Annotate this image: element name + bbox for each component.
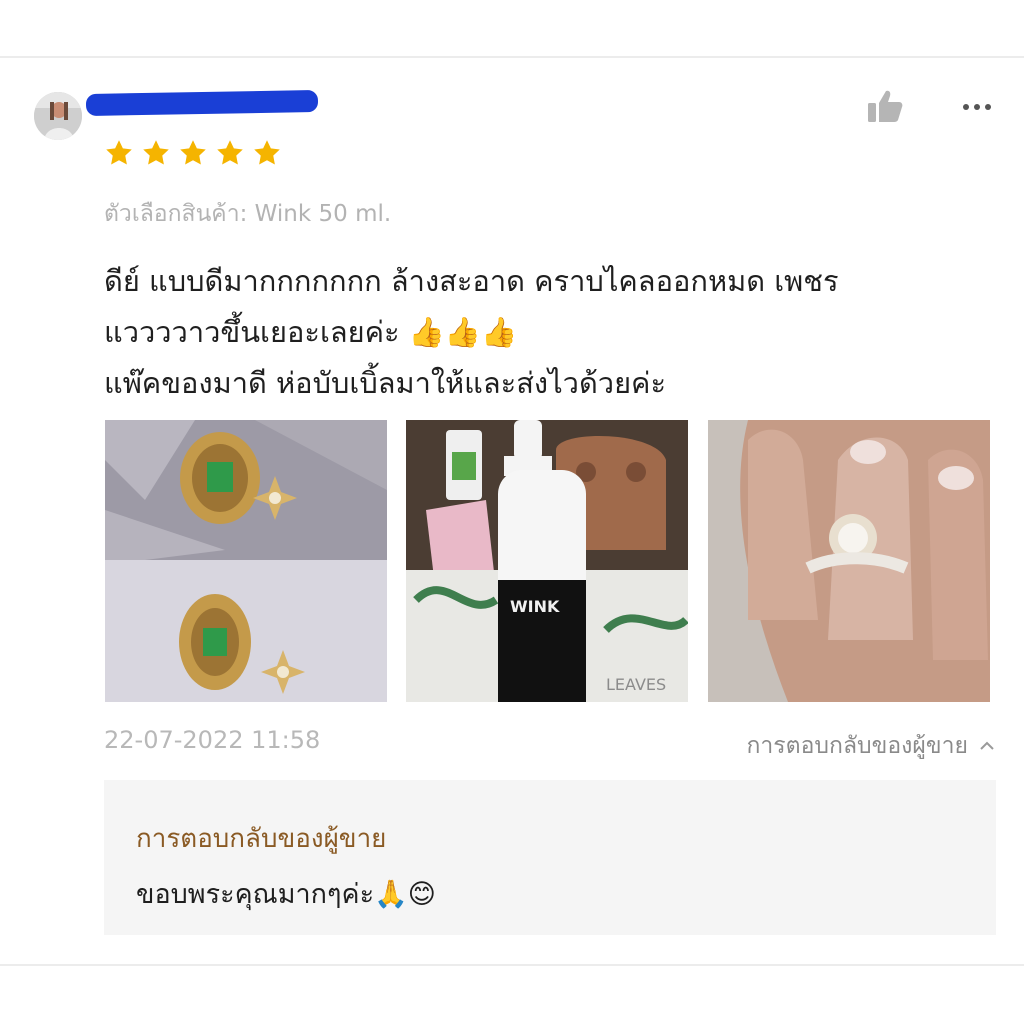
review-text: ดีย์ แบบดีมากกกกกกก ล้างสะอาด คราบไคลออก… <box>104 256 984 409</box>
review-text-line: ดีย์ แบบดีมากกกกกกก ล้างสะอาด คราบไคลออก… <box>104 264 839 298</box>
more-horizontal-icon[interactable] <box>958 92 996 122</box>
product-variant-label: ตัวเลือกสินค้า: Wink 50 ml. <box>104 201 392 227</box>
seller-reply-title: การตอบกลับของผู้ขาย <box>136 824 387 854</box>
star-icon <box>217 140 243 165</box>
star-icon <box>254 140 280 165</box>
thumbs-up-icon[interactable] <box>866 88 904 124</box>
star-icon <box>143 140 169 165</box>
avatar-image <box>34 92 82 140</box>
review-photo-product[interactable]: LEAVES WINK <box>406 420 688 702</box>
bottom-divider <box>0 964 1024 966</box>
seller-reply-toggle[interactable]: การตอบกลับของผู้ขาย <box>746 728 996 764</box>
review-text-line: แววววาวขึ้นเยอะเลยค่ะ 👍👍👍 <box>104 315 518 349</box>
seller-reply-text: ขอบพระคุณมากๆค่ะ🙏😊 <box>136 879 436 910</box>
username-redacted <box>85 89 319 117</box>
product-photo-image: LEAVES WINK <box>406 420 688 702</box>
ring-photo-image <box>708 420 990 702</box>
avatar[interactable] <box>34 92 82 140</box>
star-icon <box>180 140 206 165</box>
seller-reply-toggle-label: การตอบกลับของผู้ขาย <box>746 733 968 759</box>
review-text-line: แพ๊คของมาดี ห่อบับเบิ้ลมาให้และส่งไวด้วย… <box>104 366 667 400</box>
review-timestamp: 22-07-2022 11:58 <box>104 726 321 754</box>
leaves-print-text: LEAVES <box>606 675 666 694</box>
star-rating <box>104 138 282 168</box>
wink-brand-text: WINK <box>510 597 560 616</box>
review-photo-jewelry[interactable] <box>105 420 387 702</box>
top-divider <box>0 56 1024 58</box>
review-photo-ring[interactable] <box>708 420 990 702</box>
jewelry-photo-image <box>105 420 387 702</box>
seller-reply-box: การตอบกลับของผู้ขาย ขอบพระคุณมากๆค่ะ🙏😊 <box>104 780 996 935</box>
star-icon <box>106 140 132 165</box>
chevron-up-icon <box>980 741 994 750</box>
